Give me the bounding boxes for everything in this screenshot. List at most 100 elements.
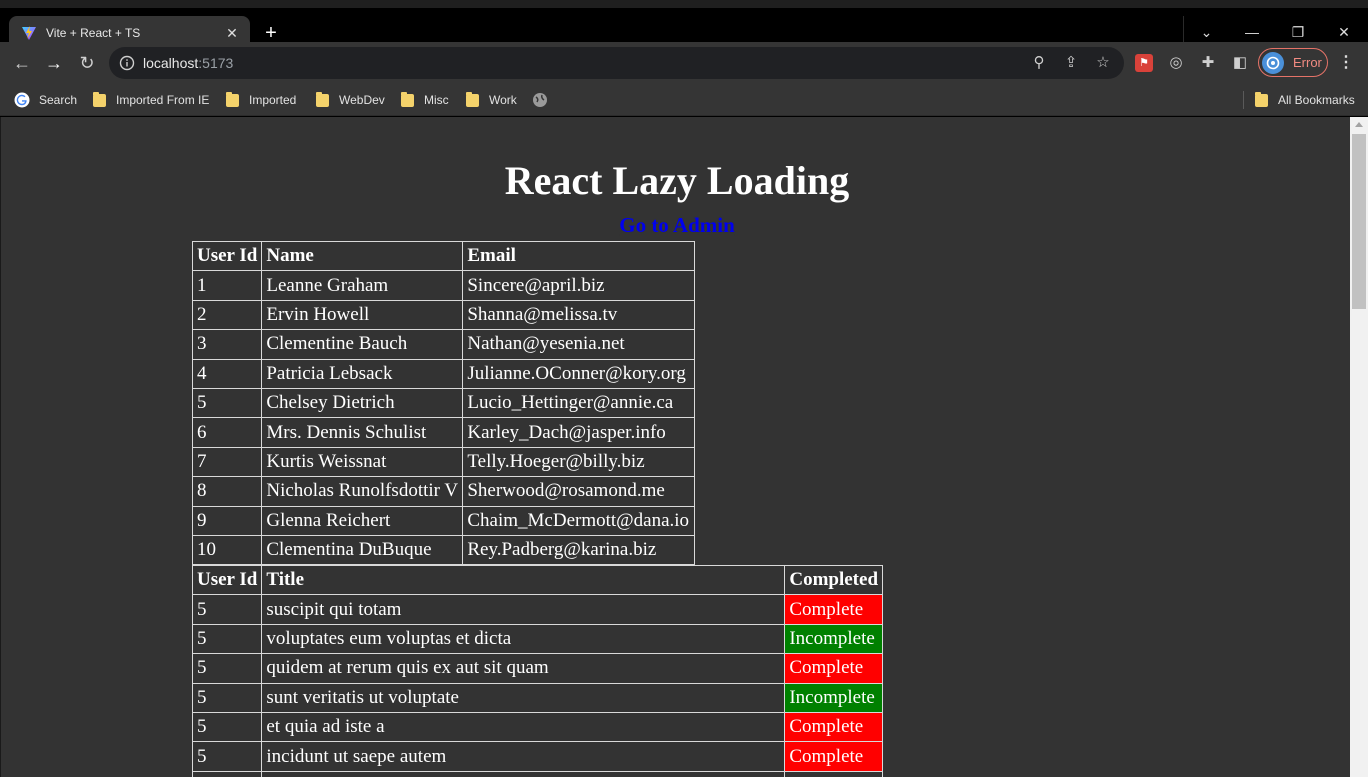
users-table-body: 1 Leanne Graham Sincere@april.biz 2 Ervin Ho… (191, 270, 696, 566)
table-row: 5 voluptates eum voluptas et dicta Incompl… (191, 623, 884, 655)
cell-completed: Incomplete (784, 682, 884, 713)
tab-title: Vite + React + TS (46, 26, 141, 40)
url-host: localhost (143, 55, 199, 71)
forward-icon[interactable]: → (42, 51, 66, 75)
globe-icon (533, 93, 547, 107)
browser-toolbar: ← → ↻ localhost:5173 ⚲ ⇪ ☆ ⚑ ◎ ✚ ◧ Error… (0, 42, 1368, 84)
bookmark-globe[interactable] (532, 91, 548, 109)
folder-icon (401, 91, 414, 107)
todos-table: User Id Title Completed 5 suscipit qui to… (191, 564, 884, 777)
cell-name: Clementina DuBuque (261, 534, 464, 566)
extensions-puzzle-icon[interactable]: ✚ (1199, 54, 1217, 72)
cell-email: Sherwood@rosamond.me (462, 476, 696, 507)
profile-button[interactable]: Error (1258, 48, 1328, 77)
bookmark-search[interactable]: Search (14, 91, 77, 109)
scroll-up-arrow-icon[interactable] (1355, 122, 1363, 127)
all-bookmarks[interactable]: All Bookmarks (1255, 91, 1355, 109)
bookmarks-divider (1243, 91, 1244, 109)
cell-email: Julianne.OConner@kory.org (462, 358, 696, 389)
side-panel-icon[interactable]: ◧ (1231, 54, 1249, 72)
table-row: 5 Chelsey Dietrich Lucio_Hettinger@annie.c… (191, 387, 696, 419)
table-row: 6 Mrs. Dennis Schulist Karley_Dach@jasper.… (191, 417, 696, 448)
cell-user-id: 8 (191, 476, 263, 507)
scrollbar-thumb[interactable] (1352, 134, 1366, 309)
cell-user-id: 10 (191, 534, 263, 566)
cell-email: Rey.Padberg@karina.biz (462, 534, 696, 566)
cell-user-id: 7 (191, 446, 263, 478)
cell-completed: Incomplete (784, 623, 884, 655)
cell-name: Patricia Lebsack (261, 358, 464, 389)
table-row: 5 suscipit qui totam Complete (191, 594, 884, 625)
url-text: localhost:5173 (143, 55, 233, 71)
site-info-icon[interactable] (119, 55, 135, 71)
bookmark-label: Imported From IE (116, 93, 210, 107)
page-viewport: React Lazy Loading Go to Admin User Id N… (0, 117, 1350, 777)
extension-red-icon[interactable]: ⚑ (1135, 54, 1153, 72)
extension-target-icon[interactable]: ◎ (1167, 54, 1185, 72)
cell-title: suscipit qui totam (261, 594, 786, 625)
go-to-admin-link[interactable]: Go to Admin (1, 212, 1350, 238)
bookmark-label: Misc (424, 93, 449, 107)
column-header-user-id: User Id (191, 564, 263, 596)
bookmarks-bar: Search Imported From IE Imported WebDev … (0, 84, 1368, 116)
cell-completed: Complete (784, 594, 884, 625)
zoom-icon[interactable]: ⚲ (1030, 54, 1048, 72)
cell-email: Lucio_Hettinger@annie.ca (462, 387, 696, 419)
cell-user-id: 9 (191, 505, 263, 536)
chrome-menu-icon[interactable]: ⋮ (1338, 54, 1354, 72)
table-row: 8 Nicholas Runolfsdottir V Sherwood@rosamo… (191, 476, 696, 507)
bookmark-webdev[interactable]: WebDev (316, 91, 385, 109)
table-row: 5 sunt veritatis ut voluptate Incomplete (191, 682, 884, 713)
cell-user-id: 5 (191, 653, 263, 684)
users-table: User Id Name Email 1 Leanne Graham Sincere… (191, 240, 696, 566)
column-header-title: Title (261, 564, 786, 596)
column-header-name: Name (261, 240, 464, 272)
cell-user-id: 5 (191, 741, 263, 772)
table-row: 7 Kurtis Weissnat Telly.Hoeger@billy.biz (191, 446, 696, 478)
address-bar[interactable]: localhost:5173 ⚲ ⇪ ☆ (109, 47, 1124, 79)
cell-user-id: 1 (191, 270, 263, 301)
cell-title: sunt veritatis ut voluptate (261, 682, 786, 713)
folder-icon (466, 91, 479, 107)
close-tab-icon[interactable]: ✕ (224, 25, 240, 42)
tab-strip: Vite + React + TS ✕ + ⌄ — ❐ ✕ (0, 0, 1368, 50)
cell-email: Sincere@april.biz (462, 270, 696, 301)
bookmark-label: WebDev (339, 93, 385, 107)
cell-user-id: 5 (191, 770, 263, 777)
table-row: 5 et quia ad iste a Complete (191, 711, 884, 743)
back-icon[interactable]: ← (10, 51, 34, 75)
bookmark-imported-from-ie[interactable]: Imported From IE (93, 91, 209, 109)
reload-icon[interactable]: ↻ (75, 51, 99, 75)
bookmark-label: Work (489, 93, 517, 107)
table-row: 5 incidunt ut saepe autem Complete (191, 741, 884, 772)
cell-user-id: 5 (191, 594, 263, 625)
cell-email: Chaim_McDermott@dana.io (462, 505, 696, 536)
folder-icon (93, 91, 106, 107)
bookmark-label: Imported (249, 93, 297, 107)
cell-name: Nicholas Runolfsdottir V (261, 476, 464, 507)
cell-user-id: 5 (191, 623, 263, 655)
avatar-icon (1266, 56, 1280, 69)
cell-completed: Complete (784, 741, 884, 772)
url-port: :5173 (198, 55, 234, 71)
cell-user-id: 5 (191, 387, 263, 419)
bookmark-label: Search (39, 93, 78, 107)
bookmark-work[interactable]: Work (466, 91, 517, 109)
table-row: 3 Clementine Bauch Nathan@yesenia.net (191, 329, 696, 360)
vertical-scrollbar[interactable] (1350, 117, 1368, 777)
all-bookmarks-label: All Bookmarks (1278, 93, 1355, 107)
table-row: 4 Patricia Lebsack Julianne.OConner@kory.o… (191, 358, 696, 389)
cell-name: Glenna Reichert (261, 505, 464, 536)
share-icon[interactable]: ⇪ (1062, 54, 1080, 72)
bookmark-star-icon[interactable]: ☆ (1094, 54, 1112, 72)
bookmark-imported[interactable]: Imported (226, 91, 296, 109)
cell-user-id: 2 (191, 299, 263, 331)
todos-table-body: 5 suscipit qui totam Complete 5 voluptates e… (191, 594, 884, 777)
cell-email: Nathan@yesenia.net (462, 329, 696, 360)
folder-icon (316, 91, 329, 107)
cell-title: quidem at rerum quis ex aut sit quam (261, 653, 786, 684)
cell-completed: Complete (784, 653, 884, 684)
bookmark-misc[interactable]: Misc (401, 91, 449, 109)
cell-email: Shanna@melissa.tv (462, 299, 696, 331)
table-row: 2 Ervin Howell Shanna@melissa.tv (191, 299, 696, 331)
